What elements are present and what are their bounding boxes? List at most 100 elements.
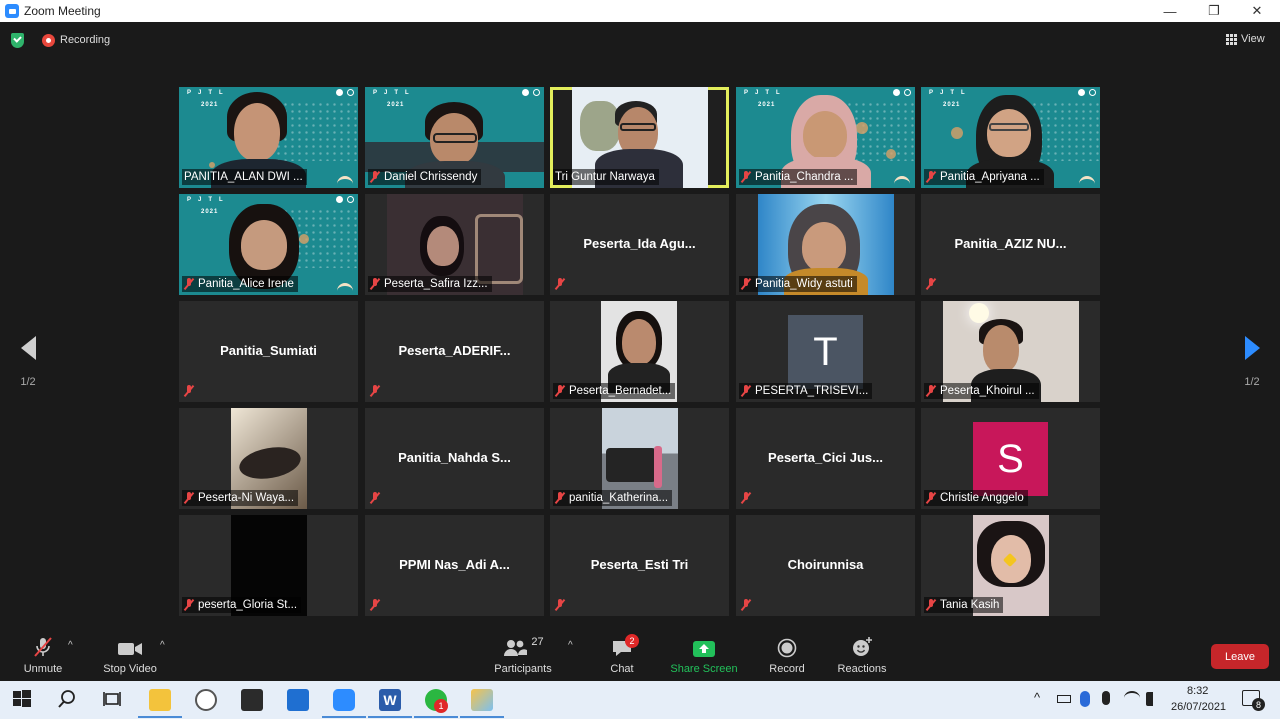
grid-view-icon bbox=[1226, 33, 1237, 45]
participant-display-name: Panitia_Nahda S... bbox=[398, 450, 511, 465]
participant-display-name: Panitia_Sumiati bbox=[220, 343, 317, 358]
window-title: Zoom Meeting bbox=[24, 4, 101, 18]
video-tile[interactable]: Peserta-Ni Waya... bbox=[179, 408, 358, 509]
muted-mic-icon bbox=[926, 599, 936, 611]
video-options-caret[interactable]: ^ bbox=[160, 640, 165, 651]
participant-name: peserta_Gloria St... bbox=[182, 597, 302, 613]
page-indicator-right: 1/2 bbox=[1244, 376, 1260, 388]
clock-date[interactable]: 26/07/2021 bbox=[1171, 701, 1226, 713]
muted-mic-icon bbox=[370, 385, 380, 397]
clock-app-icon[interactable] bbox=[195, 689, 217, 711]
whatsapp-badge: 1 bbox=[434, 699, 448, 713]
video-tile[interactable]: peserta_Gloria St... bbox=[179, 515, 358, 616]
muted-mic-icon bbox=[741, 385, 751, 397]
notification-center-icon[interactable]: 8 bbox=[1242, 690, 1265, 711]
video-tile[interactable]: Panitia_Sumiati bbox=[179, 301, 358, 402]
muted-mic-icon bbox=[370, 599, 380, 611]
arrow-left-icon bbox=[20, 336, 36, 360]
whatsapp-icon[interactable]: 1 bbox=[414, 689, 458, 718]
windows-start-icon[interactable] bbox=[12, 689, 34, 711]
participants-options-caret[interactable]: ^ bbox=[568, 640, 573, 651]
notification-count: 8 bbox=[1252, 698, 1265, 711]
participant-display-name: PPMI Nas_Adi A... bbox=[399, 557, 510, 572]
video-tile[interactable]: T PESERTA_TRISEVI... bbox=[736, 301, 915, 402]
record-button[interactable]: Record bbox=[768, 636, 806, 675]
video-tile[interactable]: PJTL 2021 Daniel Chrissendy bbox=[365, 87, 544, 188]
encryption-shield-icon[interactable] bbox=[11, 33, 24, 48]
video-camera-icon bbox=[117, 636, 143, 658]
video-tile[interactable]: Peserta_Ida Agu... bbox=[550, 194, 729, 295]
video-tile[interactable]: PJTL 2021 PANITIA_ALAN DWI ... bbox=[179, 87, 358, 188]
view-button[interactable]: View bbox=[1226, 33, 1265, 45]
file-explorer-icon[interactable] bbox=[138, 689, 182, 718]
video-tile[interactable]: Peserta_Bernadet... bbox=[550, 301, 729, 402]
muted-mic-icon bbox=[555, 599, 565, 611]
muted-mic-icon bbox=[370, 171, 380, 183]
participants-button[interactable]: 27 Participants bbox=[492, 636, 554, 675]
participant-name: PANITIA_ALAN DWI ... bbox=[182, 169, 307, 185]
recording-icon bbox=[42, 34, 55, 47]
video-tile[interactable]: Peserta_Safira Izz... bbox=[365, 194, 544, 295]
video-tile[interactable]: PPMI Nas_Adi A... bbox=[365, 515, 544, 616]
video-tile[interactable]: Peserta_Cici Jus... bbox=[736, 408, 915, 509]
word-icon[interactable]: W bbox=[368, 689, 412, 718]
muted-mic-icon bbox=[741, 599, 751, 611]
participant-name bbox=[182, 383, 198, 399]
participant-name: Peserta_Safira Izz... bbox=[368, 276, 492, 292]
mail-icon[interactable] bbox=[287, 689, 309, 711]
record-icon bbox=[777, 636, 797, 658]
chat-button[interactable]: Chat 2 bbox=[606, 634, 639, 675]
video-tile[interactable]: Panitia_Widy astuti bbox=[736, 194, 915, 295]
paint-icon[interactable] bbox=[460, 689, 504, 718]
share-screen-button[interactable]: Share Screen bbox=[670, 636, 738, 675]
video-tile[interactable]: PJTL 2021 Panitia_Apriyana ... bbox=[921, 87, 1100, 188]
event-brand: PJTL bbox=[929, 90, 972, 96]
video-tile[interactable]: Choirunnisa bbox=[736, 515, 915, 616]
muted-mic-icon bbox=[741, 278, 751, 290]
tray-overflow-caret-icon[interactable]: ^ bbox=[1034, 690, 1040, 705]
video-tile[interactable]: panitia_Katherina... bbox=[550, 408, 729, 509]
volume-icon[interactable] bbox=[1146, 692, 1160, 706]
restore-button[interactable]: ❐ bbox=[1191, 0, 1237, 22]
chat-unread-badge: 2 bbox=[625, 634, 639, 648]
video-tile[interactable]: PJTL 2021 Panitia_Chandra ... bbox=[736, 87, 915, 188]
muted-mic-icon bbox=[741, 171, 751, 183]
participant-display-name: Peserta_Cici Jus... bbox=[768, 450, 883, 465]
search-icon[interactable] bbox=[57, 689, 79, 711]
video-tile[interactable]: Panitia_AZIZ NU... bbox=[921, 194, 1100, 295]
close-button[interactable]: ✕ bbox=[1234, 0, 1280, 22]
leave-meeting-button[interactable]: Leave bbox=[1211, 644, 1269, 669]
minimize-button[interactable]: — bbox=[1147, 0, 1193, 22]
previous-page-button[interactable]: 1/2 bbox=[10, 336, 46, 388]
arrow-right-icon bbox=[1244, 336, 1260, 360]
participant-display-name: Choirunnisa bbox=[787, 557, 864, 572]
muted-mic-icon bbox=[555, 278, 565, 290]
task-view-icon[interactable] bbox=[102, 689, 124, 711]
video-tile[interactable]: S Christie Anggelo bbox=[921, 408, 1100, 509]
zoom-taskbar-icon[interactable] bbox=[322, 689, 366, 718]
video-tile-active-speaker[interactable]: Tri Guntur Narwaya bbox=[550, 87, 729, 188]
video-tile[interactable]: PJTL 2021 Panitia_Alice Irene bbox=[179, 194, 358, 295]
next-page-button[interactable]: 1/2 bbox=[1234, 336, 1270, 388]
bluetooth-icon[interactable] bbox=[1080, 691, 1090, 707]
video-tile[interactable]: Panitia_Nahda S... bbox=[365, 408, 544, 509]
stop-video-button[interactable]: Stop Video bbox=[100, 636, 160, 675]
clock-time[interactable]: 8:32 bbox=[1187, 685, 1208, 697]
participant-name: Peserta-Ni Waya... bbox=[182, 490, 299, 506]
video-tile[interactable]: Tania Kasih bbox=[921, 515, 1100, 616]
event-year: 2021 bbox=[201, 209, 219, 215]
battery-icon[interactable] bbox=[1057, 695, 1071, 703]
reactions-button[interactable]: Reactions bbox=[836, 636, 888, 675]
video-tile[interactable]: Peserta_Khoirul ... bbox=[921, 301, 1100, 402]
wifi-icon[interactable] bbox=[1124, 691, 1140, 705]
microphone-tray-icon[interactable] bbox=[1102, 691, 1110, 705]
video-tile[interactable]: Peserta_Esti Tri bbox=[550, 515, 729, 616]
muted-mic-icon bbox=[926, 492, 936, 504]
muted-mic-icon bbox=[926, 171, 936, 183]
participant-name bbox=[739, 490, 755, 506]
audio-options-caret[interactable]: ^ bbox=[68, 640, 73, 651]
video-tile[interactable]: Peserta_ADERIF... bbox=[365, 301, 544, 402]
store-icon[interactable] bbox=[241, 689, 263, 711]
unmute-button[interactable]: Unmute bbox=[22, 636, 64, 675]
smiley-plus-icon bbox=[851, 636, 873, 658]
